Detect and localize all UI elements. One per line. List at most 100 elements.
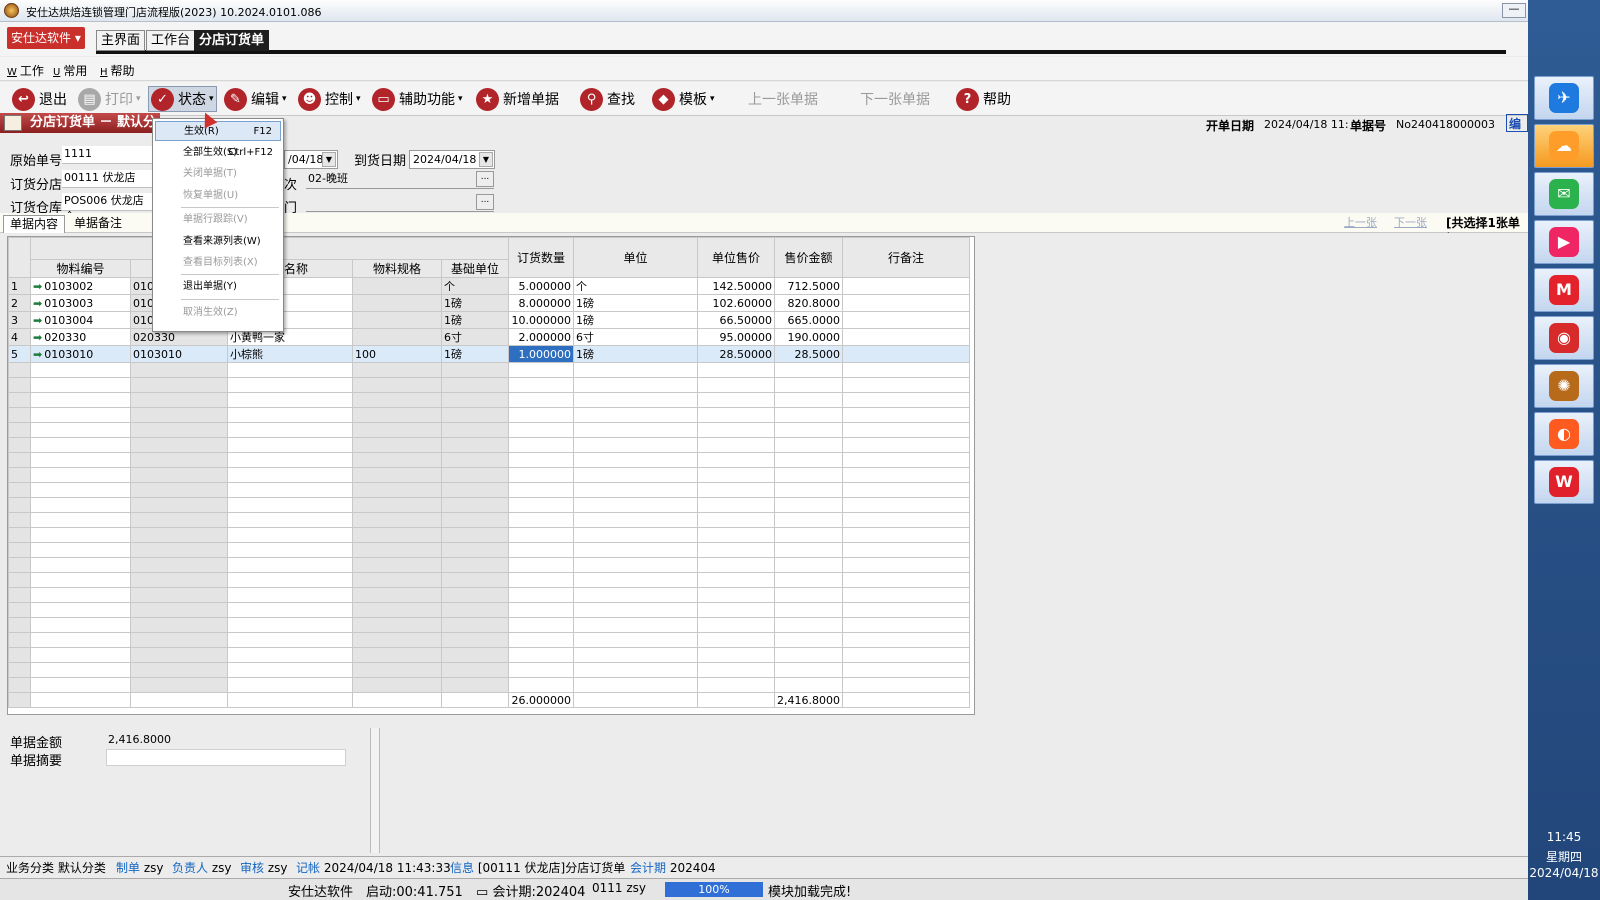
empty-row[interactable]	[8, 662, 970, 678]
dock-app[interactable]: M	[1534, 268, 1594, 312]
cell-price[interactable]: 142.50000	[697, 277, 775, 295]
warehouse-field[interactable]: POS006 伏龙店仓	[62, 193, 152, 223]
col-header-amount[interactable]: 售价金额	[774, 237, 843, 278]
cell-spec[interactable]	[352, 294, 442, 312]
empty-row[interactable]	[8, 452, 970, 468]
cell-amount[interactable]: 712.5000	[774, 277, 843, 295]
memo-field[interactable]	[106, 749, 346, 766]
cell-price[interactable]: 28.50000	[697, 345, 775, 363]
col-header-note[interactable]: 行备注	[841, 237, 970, 278]
empty-row[interactable]	[8, 437, 970, 453]
print-button[interactable]: ▤ 打印 ▾	[78, 86, 141, 112]
cell-spec[interactable]	[352, 328, 442, 346]
empty-row[interactable]	[8, 617, 970, 633]
dock-app[interactable]: ◉	[1534, 316, 1594, 360]
table-row[interactable]: 5 ➡ 0103010 0103010 小棕熊 100 1磅 1.000000 1磅 28.500…	[8, 345, 970, 363]
tab-bill-content[interactable]: 单据内容	[3, 215, 66, 233]
cell-qty[interactable]: 10.000000	[508, 311, 574, 329]
cell-note[interactable]	[841, 311, 970, 329]
menu-common[interactable]: U 常用	[53, 62, 87, 79]
menu-item[interactable]: 退出单据(Y)	[155, 277, 281, 297]
order-date-picker[interactable]: /04/18 ▼	[284, 150, 338, 169]
cell-qty[interactable]: 1.000000	[508, 345, 574, 363]
cell-amount[interactable]: 665.0000	[774, 311, 843, 329]
empty-row[interactable]	[8, 512, 970, 528]
empty-row[interactable]	[8, 392, 970, 408]
dock-app[interactable]: ☁	[1534, 124, 1594, 168]
empty-row[interactable]	[8, 587, 970, 603]
dock-app[interactable]: ◐	[1534, 412, 1594, 456]
cell-spec[interactable]: 100	[352, 345, 442, 363]
ellipsis-icon[interactable]: ...	[476, 171, 494, 187]
menu-help[interactable]: H 帮助	[100, 62, 135, 79]
edit-button[interactable]: ✎ 编辑 ▾	[224, 86, 287, 112]
menu-work[interactable]: W 工作	[7, 62, 44, 79]
empty-row[interactable]	[8, 542, 970, 558]
empty-row[interactable]	[8, 362, 970, 378]
cell-unit[interactable]: 个	[573, 277, 698, 295]
new-bill-button[interactable]: ★ 新增单据	[476, 86, 559, 112]
cell-code[interactable]: ➡ 0103004	[30, 311, 131, 329]
cell-note[interactable]	[841, 294, 970, 312]
menu-item[interactable]: 全部生效(S) Ctrl+F12	[155, 143, 281, 163]
col-header-base-unit[interactable]: 基础单位	[441, 259, 509, 278]
dock-app[interactable]: ▶	[1534, 220, 1594, 264]
col-header-spec[interactable]: 物料规格	[352, 259, 442, 278]
col-header-qty[interactable]: 订货数量	[508, 237, 574, 278]
control-button[interactable]: ☻ 控制 ▾	[298, 86, 361, 112]
empty-row[interactable]	[8, 572, 970, 588]
cell-qty[interactable]: 2.000000	[508, 328, 574, 346]
empty-row[interactable]	[8, 377, 970, 393]
cell-code[interactable]: ➡ 0103010	[30, 345, 131, 363]
cell-price[interactable]: 66.50000	[697, 311, 775, 329]
menu-item[interactable]: 查看来源列表(W)	[155, 232, 281, 252]
arrive-date-picker[interactable]: 2024/04/18 ▼	[409, 150, 495, 169]
col-header-price[interactable]: 单位售价	[697, 237, 775, 278]
menu-item[interactable]: 生效(R) F12	[155, 121, 281, 141]
tab-bill-note[interactable]: 单据备注	[68, 215, 128, 233]
cell-note[interactable]	[841, 277, 970, 295]
empty-row[interactable]	[8, 677, 970, 693]
empty-row[interactable]	[8, 527, 970, 543]
branch-field[interactable]: 00111 伏龙店	[62, 170, 152, 188]
cell-unit[interactable]: 1磅	[573, 311, 698, 329]
tab-main[interactable]: 主界面	[96, 30, 146, 51]
brand-menu-button[interactable]: 安仕达软件 ▾	[7, 27, 85, 49]
empty-row[interactable]	[8, 467, 970, 483]
empty-row[interactable]	[8, 632, 970, 648]
status-button[interactable]: ✓ 状态 ▾	[148, 86, 217, 112]
dock-app[interactable]: ✉	[1534, 172, 1594, 216]
cell-unit[interactable]: 1磅	[573, 345, 698, 363]
cell-base-unit[interactable]: 个	[441, 277, 509, 295]
help-button[interactable]: ? 帮助	[956, 86, 1011, 112]
chevron-down-icon[interactable]: ▼	[479, 152, 493, 167]
minimize-button[interactable]: —	[1502, 3, 1526, 18]
empty-row[interactable]	[8, 497, 970, 513]
prev-page-link[interactable]: 上一张	[1338, 215, 1383, 233]
empty-row[interactable]	[8, 647, 970, 663]
cell-base-unit[interactable]: 6寸	[441, 328, 509, 346]
template-button[interactable]: ◆ 模板 ▾	[652, 86, 715, 112]
empty-row[interactable]	[8, 602, 970, 618]
search-button[interactable]: ⚲ 查找	[580, 86, 635, 112]
shift-field[interactable]: 02-晚班...	[306, 171, 494, 189]
cell-note[interactable]	[841, 345, 970, 363]
dock-app[interactable]: ✺	[1534, 364, 1594, 408]
chevron-down-icon[interactable]: ▼	[322, 152, 336, 167]
dept-field[interactable]: ...	[306, 194, 494, 212]
cell-note[interactable]	[841, 328, 970, 346]
empty-row[interactable]	[8, 557, 970, 573]
cell-unit[interactable]: 6寸	[573, 328, 698, 346]
cell-price[interactable]: 102.60000	[697, 294, 775, 312]
col-header-code[interactable]: 物料编号	[30, 259, 131, 278]
cell-qty[interactable]: 5.000000	[508, 277, 574, 295]
orig-no-field[interactable]: 1111	[62, 146, 152, 164]
next-bill-button[interactable]: 下一张单据	[860, 86, 930, 112]
col-header-unit[interactable]: 单位	[573, 237, 698, 278]
cell-unit[interactable]: 1磅	[573, 294, 698, 312]
cell-name[interactable]: 小棕熊	[227, 345, 353, 363]
empty-row[interactable]	[8, 482, 970, 498]
cell-amount[interactable]: 190.0000	[774, 328, 843, 346]
tab-branch-order[interactable]: 分店订货单	[194, 30, 270, 51]
cell-spec[interactable]	[352, 311, 442, 329]
